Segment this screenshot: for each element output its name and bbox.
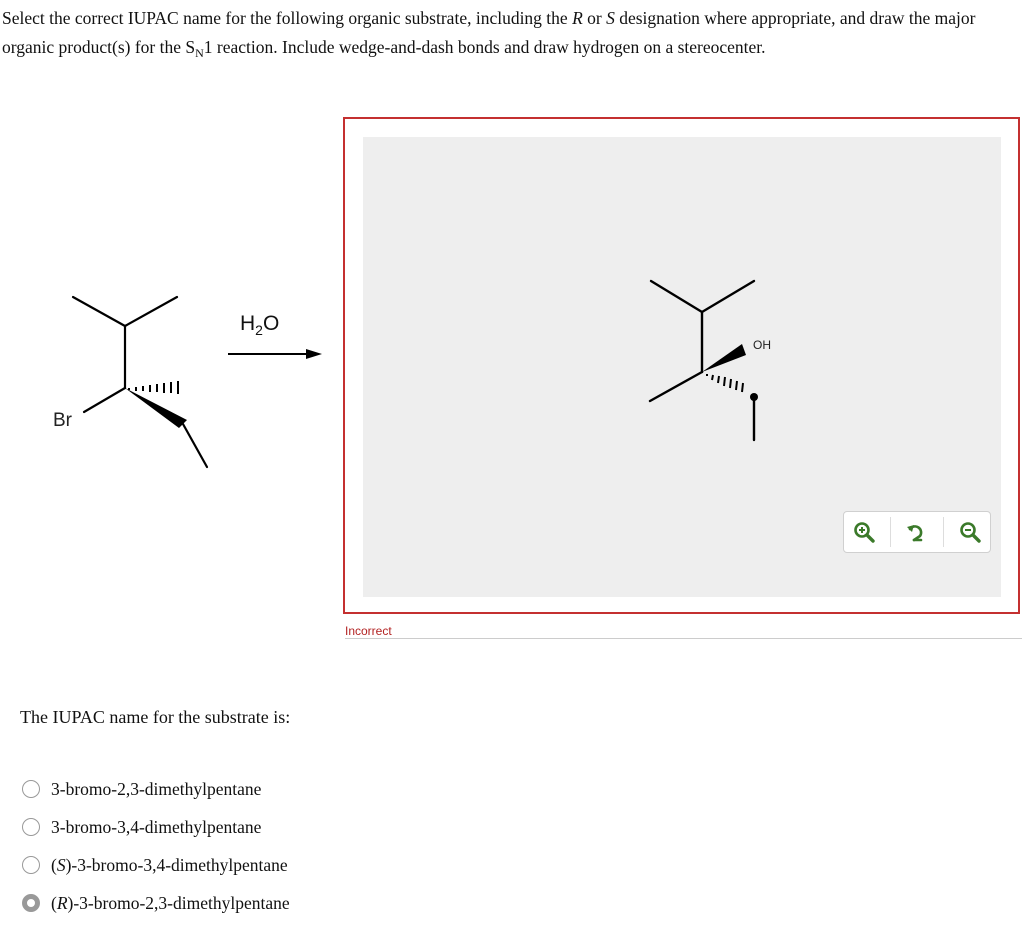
hydroxyl-label: OH [753, 338, 771, 352]
reaction-arrow [228, 349, 322, 359]
reagent-label: H2O [240, 312, 280, 338]
zoom-toolbar [843, 511, 991, 553]
option-label: (S)-3-bromo-3,4-dimethylpentane [51, 854, 288, 875]
option-label: 3-bromo-2,3-dimethylpentane [51, 778, 262, 799]
product-structure[interactable]: OH [623, 277, 783, 477]
zoom-out-icon[interactable] [955, 517, 985, 547]
zoom-in-icon[interactable] [849, 517, 879, 547]
toolbar-divider [890, 517, 892, 547]
option-3[interactable]: (S)-3-bromo-3,4-dimethylpentane [22, 846, 290, 884]
radio-button[interactable] [22, 818, 40, 836]
radio-button[interactable] [22, 856, 40, 874]
option-1[interactable]: 3-bromo-2,3-dimethylpentane [22, 770, 290, 808]
iupac-prompt: The IUPAC name for the substrate is: [20, 707, 291, 727]
feedback-line: Incorrect [345, 622, 1022, 639]
option-2[interactable]: 3-bromo-3,4-dimethylpentane [22, 808, 290, 846]
option-label: (R)-3-bromo-2,3-dimethylpentane [51, 892, 290, 913]
drawing-canvas[interactable]: OH [363, 137, 1001, 597]
option-label: 3-bromo-3,4-dimethylpentane [51, 816, 262, 837]
question-text: Select the correct IUPAC name for the fo… [2, 8, 976, 60]
option-4[interactable]: (R)-3-bromo-2,3-dimethylpentane [22, 884, 290, 922]
radio-button-selected[interactable] [22, 894, 40, 912]
reset-view-icon[interactable] [902, 517, 932, 547]
feedback-status: Incorrect [345, 624, 396, 638]
answer-options: 3-bromo-2,3-dimethylpentane 3-bromo-3,4-… [22, 770, 290, 922]
substrate-structure: Br [53, 295, 209, 469]
toolbar-divider [942, 517, 944, 547]
radio-button[interactable] [22, 780, 40, 798]
answer-drawing-area[interactable]: OH [343, 117, 1020, 614]
bromine-label: Br [53, 410, 73, 431]
